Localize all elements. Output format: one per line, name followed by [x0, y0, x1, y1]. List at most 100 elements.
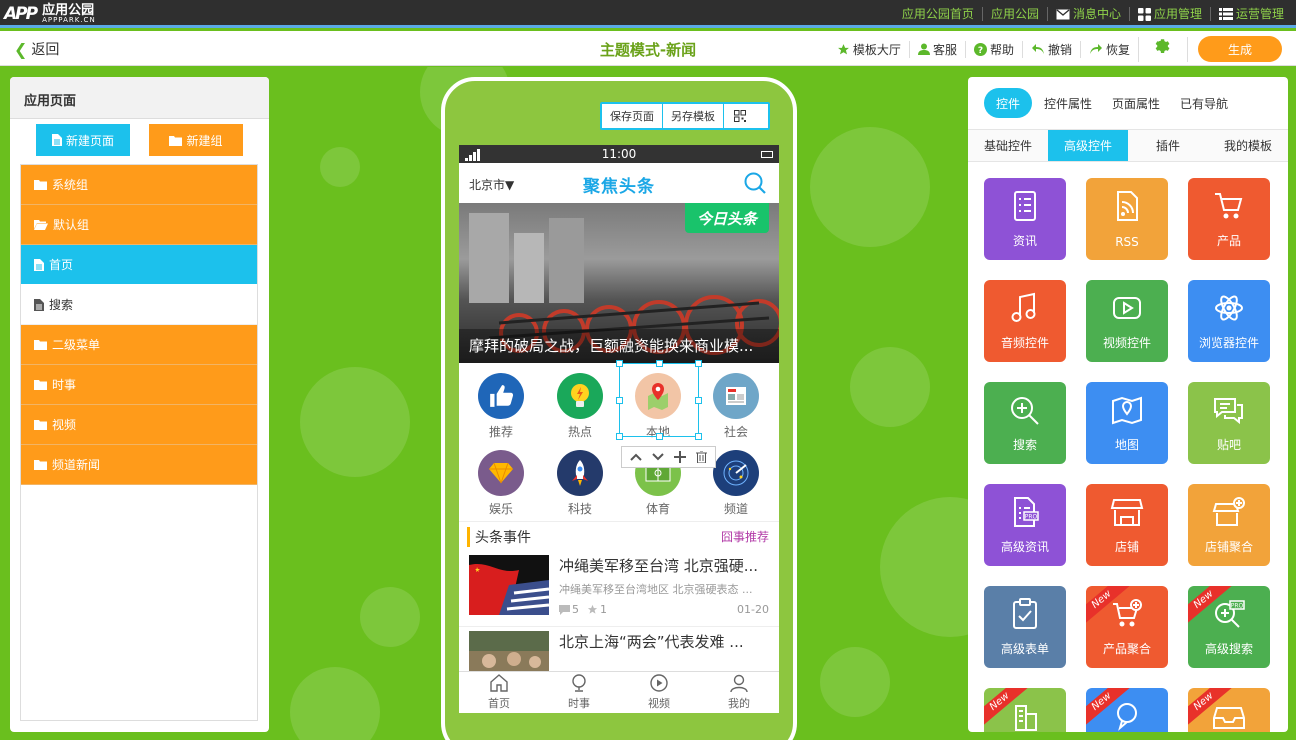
- building-icon: [1015, 705, 1037, 731]
- folder-icon: [34, 380, 47, 390]
- phone-tab-bar: 首页 时事 视频 我的: [459, 671, 779, 713]
- chat-bubbles-icon: [1214, 398, 1243, 425]
- app-header: 北京市▼ 聚焦头条: [459, 163, 779, 203]
- control-tile[interactable]: 地图: [1086, 382, 1168, 464]
- topnav-operations[interactable]: 运营管理: [1209, 7, 1292, 21]
- tab-current-affairs[interactable]: 时事: [539, 672, 619, 713]
- new-group-button[interactable]: 新建组: [149, 124, 243, 156]
- group-item-submenu[interactable]: 二级菜单: [21, 325, 257, 365]
- tab-me[interactable]: 我的: [699, 672, 779, 713]
- section-more-link[interactable]: 囧事推荐: [721, 528, 769, 545]
- signal-icon: [465, 149, 480, 161]
- page-list: 系统组 默认组 首页 搜索 二级菜单 时事 视频 频道新闻: [20, 164, 258, 721]
- generate-button[interactable]: 生成: [1198, 36, 1282, 62]
- topnav-apppark[interactable]: 应用公园: [981, 7, 1047, 21]
- news-banner[interactable]: 今日头条 摩拜的破局之战，巨额融资能换来商业模...: [459, 203, 779, 363]
- chevron-up-icon[interactable]: [630, 453, 642, 461]
- folder-icon: [34, 180, 47, 190]
- user-icon: [730, 674, 748, 693]
- save-page-button[interactable]: 保存页面: [602, 104, 663, 128]
- category-recommend[interactable]: 推荐: [471, 373, 531, 440]
- control-tile[interactable]: 浏览器控件: [1188, 280, 1270, 362]
- topnav-app-manage[interactable]: 应用管理: [1128, 7, 1210, 21]
- control-tile[interactable]: 资讯: [984, 178, 1066, 260]
- group-item-current-affairs[interactable]: 时事: [21, 365, 257, 405]
- topnav-messages[interactable]: 消息中心: [1046, 7, 1129, 21]
- inbox-icon: [1213, 707, 1245, 729]
- save-template-button[interactable]: 另存模板: [663, 104, 724, 128]
- component-actions-bar: [621, 446, 716, 468]
- group-item-channel-news[interactable]: 频道新闻: [21, 445, 257, 485]
- folder-icon: [34, 340, 47, 350]
- subtab-plugins[interactable]: 插件: [1128, 130, 1208, 161]
- tab-home[interactable]: 首页: [459, 672, 539, 713]
- page-item-search[interactable]: 搜索: [21, 285, 257, 325]
- category-tech[interactable]: 科技: [550, 450, 610, 517]
- qr-code-button[interactable]: [724, 104, 756, 128]
- control-tile[interactable]: PRO 高级资讯: [984, 484, 1066, 566]
- control-tile[interactable]: PRO New 高级搜索: [1188, 586, 1270, 668]
- chat-icon: [1117, 703, 1137, 731]
- undo-button[interactable]: 撤销: [1021, 40, 1080, 58]
- tab-controls[interactable]: 控件: [984, 88, 1033, 118]
- subtab-basic-controls[interactable]: 基础控件: [968, 130, 1048, 161]
- category-hot[interactable]: 热点: [550, 373, 610, 440]
- control-tile[interactable]: New 产品聚合: [1086, 586, 1168, 668]
- control-tile[interactable]: 产品: [1188, 178, 1270, 260]
- tab-control-properties[interactable]: 控件属性: [1036, 88, 1100, 118]
- control-tile[interactable]: 贴吧: [1188, 382, 1270, 464]
- logo-mark: APP: [4, 4, 38, 24]
- shop-icon: [1110, 499, 1144, 526]
- chevron-down-icon[interactable]: [652, 453, 664, 461]
- control-tile[interactable]: 高级表单: [984, 586, 1066, 668]
- subtab-my-templates[interactable]: 我的模板: [1208, 130, 1288, 161]
- control-tile[interactable]: 搜索: [984, 382, 1066, 464]
- star-icon: [587, 604, 598, 614]
- customer-service-button[interactable]: 客服: [908, 40, 965, 58]
- redo-button[interactable]: 恢复: [1079, 40, 1138, 58]
- atom-icon: [1215, 295, 1243, 321]
- category-grid: 推荐 热点 本地 社会 娱乐 科技 体育 频道: [459, 360, 779, 521]
- apppark-logo[interactable]: APP 应用公园 APPPARK.CN: [4, 3, 96, 25]
- control-tile[interactable]: RSS: [1086, 178, 1168, 260]
- category-society[interactable]: 社会: [706, 373, 766, 440]
- news-item[interactable]: 冲绳美军移至台湾 北京强硬... 冲绳美军移至台湾地区 北京强硬表态 ... 5…: [459, 551, 779, 627]
- help-button[interactable]: ? 帮助: [964, 40, 1022, 58]
- svg-text:PRO: PRO: [1025, 514, 1038, 521]
- cart-plus-icon: [1113, 599, 1142, 627]
- control-tile-label: 店铺: [1114, 540, 1139, 554]
- shop-plus-icon: [1212, 497, 1245, 526]
- section-header: 头条事件 囧事推荐: [459, 521, 779, 551]
- control-tile[interactable]: 店铺: [1086, 484, 1168, 566]
- trash-icon[interactable]: [696, 451, 707, 463]
- control-tile-label: 地图: [1114, 438, 1139, 452]
- control-tile[interactable]: New: [1188, 688, 1270, 732]
- settings-button[interactable]: [1138, 36, 1188, 62]
- selection-box[interactable]: [616, 360, 702, 440]
- search-icon[interactable]: [743, 171, 767, 195]
- control-tile[interactable]: 店铺聚合: [1188, 484, 1270, 566]
- search-plus-icon: [1011, 397, 1039, 425]
- plus-icon[interactable]: [674, 451, 686, 463]
- control-tile[interactable]: 音频控件: [984, 280, 1066, 362]
- control-tile-label: 产品聚合: [1102, 642, 1151, 656]
- page-item-home[interactable]: 首页: [21, 245, 257, 285]
- group-item-system[interactable]: 系统组: [21, 165, 257, 205]
- control-tile[interactable]: New: [984, 688, 1066, 732]
- subtab-advanced-controls[interactable]: 高级控件: [1048, 130, 1128, 161]
- control-tile[interactable]: New: [1086, 688, 1168, 732]
- template-hall-button[interactable]: 模板大厅: [829, 41, 909, 58]
- tab-video[interactable]: 视频: [619, 672, 699, 713]
- new-page-button[interactable]: 新建页面: [36, 124, 130, 156]
- topnav-home[interactable]: 应用公园首页: [894, 7, 982, 21]
- category-entertainment[interactable]: 娱乐: [471, 450, 531, 517]
- banner-tag: 今日头条: [685, 203, 769, 233]
- control-tile-label: 视频控件: [1102, 336, 1151, 350]
- group-item-default[interactable]: 默认组: [21, 205, 257, 245]
- tab-existing-navigation[interactable]: 已有导航: [1172, 88, 1236, 118]
- rocket-icon: [557, 450, 603, 496]
- tab-page-properties[interactable]: 页面属性: [1104, 88, 1168, 118]
- control-tile-label: 高级搜索: [1204, 642, 1253, 656]
- group-item-video[interactable]: 视频: [21, 405, 257, 445]
- control-tile[interactable]: 视频控件: [1086, 280, 1168, 362]
